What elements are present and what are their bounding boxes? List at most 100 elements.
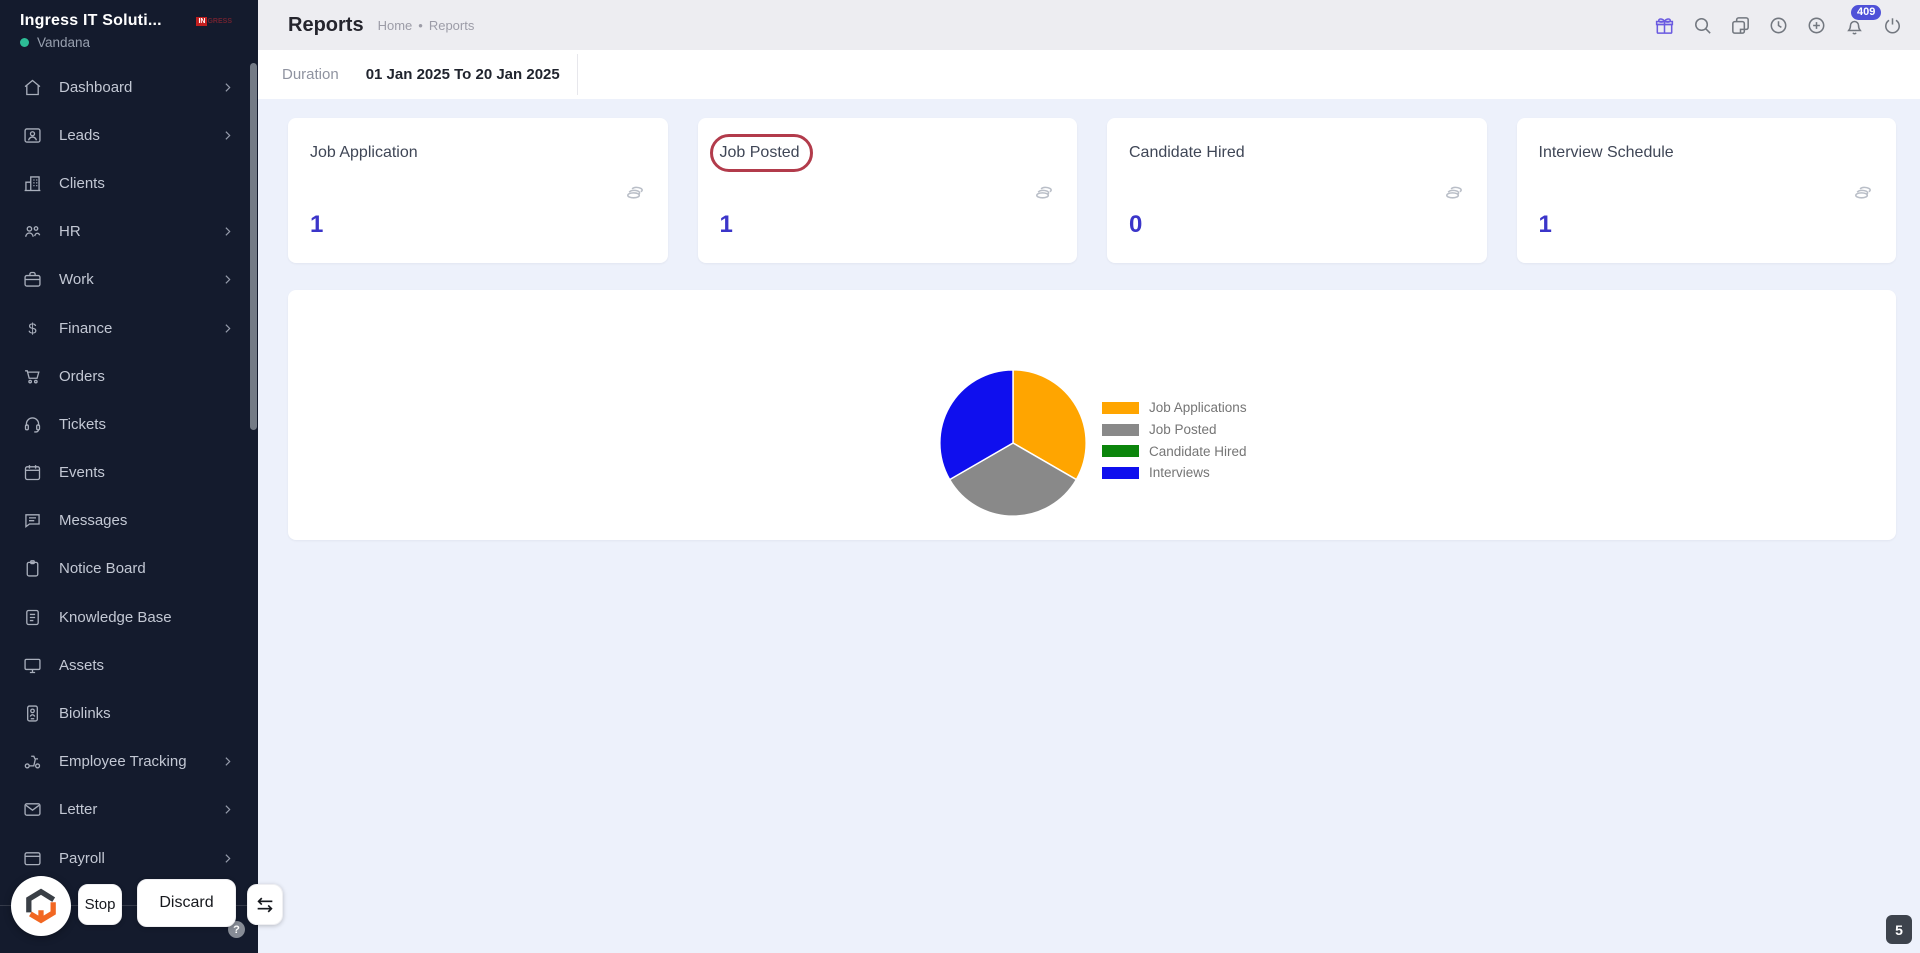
svg-text:$: $: [28, 321, 37, 337]
legend-item-job-posted: Job Posted: [1102, 419, 1247, 441]
breadcrumb-home[interactable]: Home: [378, 18, 413, 33]
clock-icon[interactable]: [1767, 14, 1790, 37]
monitor-icon: [22, 655, 43, 676]
sidebar-item-payroll[interactable]: Payroll: [0, 834, 258, 882]
sidebar-item-finance[interactable]: $ Finance: [0, 304, 258, 352]
content: Job Application 1 Job Posted 1 Candidate…: [258, 99, 1920, 540]
stat-card-interview-schedule: Interview Schedule 1: [1517, 118, 1897, 263]
online-status-dot: [20, 38, 29, 47]
legend-item-candidate-hired: Candidate Hired: [1102, 440, 1247, 462]
discard-button[interactable]: Discard: [137, 879, 236, 927]
chat-icon: [22, 510, 43, 531]
chevron-right-icon: [221, 803, 234, 816]
chevron-right-icon: [221, 225, 234, 238]
power-icon[interactable]: [1881, 14, 1904, 37]
gift-icon[interactable]: [1653, 14, 1676, 37]
users-icon: [22, 221, 43, 242]
swap-arrows-icon: [254, 894, 276, 916]
stat-value: 1: [720, 211, 733, 239]
stat-title: Candidate Hired: [1129, 144, 1245, 161]
search-icon[interactable]: [1691, 14, 1714, 37]
workspace-header: Ingress IT Soluti... Vandana IN GRESS: [0, 0, 258, 58]
lead-card-icon: [22, 125, 43, 146]
sidebar-item-orders[interactable]: Orders: [0, 352, 258, 400]
id-card-icon: [22, 703, 43, 724]
stat-cards-row: Job Application 1 Job Posted 1 Candidate…: [288, 118, 1896, 263]
notification-count-badge: 409: [1851, 5, 1881, 20]
stat-card-candidate-hired: Candidate Hired 0: [1107, 118, 1487, 263]
dollar-icon: $: [22, 318, 43, 339]
sidebar-item-biolinks[interactable]: Biolinks: [0, 689, 258, 737]
coins-icon: [623, 180, 646, 203]
hexagon-logo-icon: [23, 888, 59, 924]
sidebar-item-dashboard[interactable]: Dashboard: [0, 63, 258, 111]
ingress-logo: IN GRESS: [196, 17, 232, 26]
calendar-icon: [22, 462, 43, 483]
swap-arrows-button[interactable]: [247, 884, 283, 925]
legend-swatch: [1102, 467, 1139, 479]
sidebar-item-events[interactable]: Events: [0, 449, 258, 497]
topbar: Reports Home • Reports 409: [258, 0, 1920, 50]
legend-item-interviews: Interviews: [1102, 462, 1247, 484]
breadcrumb-current: Reports: [429, 18, 475, 33]
sidebar-item-hr[interactable]: HR: [0, 208, 258, 256]
scooter-icon: [22, 751, 43, 772]
sidebar-scrollbar[interactable]: [250, 63, 257, 430]
sidebar-item-notice-board[interactable]: Notice Board: [0, 545, 258, 593]
sidebar: Ingress IT Soluti... Vandana IN GRESS Da…: [0, 0, 258, 953]
chevron-right-icon: [221, 81, 234, 94]
notes-icon[interactable]: [1729, 14, 1752, 37]
envelope-icon: [22, 799, 43, 820]
chevron-right-icon: [221, 273, 234, 286]
sidebar-item-employee-tracking[interactable]: Employee Tracking: [0, 738, 258, 786]
stat-title: Job Application: [310, 144, 418, 161]
current-user-name: Vandana: [37, 35, 90, 50]
coins-icon: [1442, 180, 1465, 203]
stat-card-job-posted: Job Posted 1: [698, 118, 1078, 263]
duration-label: Duration: [282, 66, 339, 83]
briefcase-icon: [22, 269, 43, 290]
logo-text: GRESS: [207, 18, 232, 25]
coins-icon: [1032, 180, 1055, 203]
sidebar-item-tickets[interactable]: Tickets: [0, 400, 258, 448]
main-area: Reports Home • Reports 409 Duration 01 J…: [258, 0, 1920, 540]
legend-swatch: [1102, 424, 1139, 436]
breadcrumb: Home • Reports: [378, 18, 475, 33]
duration-value[interactable]: 01 Jan 2025 To 20 Jan 2025: [366, 66, 560, 83]
legend-item-job-applications: Job Applications: [1102, 397, 1247, 419]
sidebar-item-letter[interactable]: Letter: [0, 786, 258, 834]
filter-divider: [577, 54, 578, 95]
sidebar-item-clients[interactable]: Clients: [0, 159, 258, 207]
workspace-name: Ingress IT Soluti...: [20, 12, 190, 30]
sidebar-item-leads[interactable]: Leads: [0, 111, 258, 159]
stat-value: 1: [310, 211, 323, 239]
recruitment-pie-chart-card: Job Applications Job Posted Candidate Hi…: [288, 290, 1896, 540]
cart-icon: [22, 366, 43, 387]
stat-title: Interview Schedule: [1539, 144, 1674, 161]
plus-circle-icon[interactable]: [1805, 14, 1828, 37]
chevron-right-icon: [221, 322, 234, 335]
headset-icon: [22, 414, 43, 435]
stat-title: Job Posted: [720, 144, 800, 161]
stop-button[interactable]: Stop: [78, 884, 122, 925]
coins-icon: [1851, 180, 1874, 203]
sidebar-item-messages[interactable]: Messages: [0, 497, 258, 545]
chevron-right-icon: [221, 129, 234, 142]
sidebar-item-work[interactable]: Work: [0, 256, 258, 304]
breadcrumb-separator: •: [418, 18, 423, 33]
stat-value: 0: [1129, 211, 1142, 239]
wallet-icon: [22, 848, 43, 869]
chevron-right-icon: [221, 852, 234, 865]
sidebar-nav: Dashboard Leads Clients HR Work $: [0, 63, 258, 882]
stat-value: 1: [1539, 211, 1552, 239]
sidebar-item-assets[interactable]: Assets: [0, 641, 258, 689]
recorder-logo[interactable]: [11, 876, 71, 936]
chart-legend: Job Applications Job Posted Candidate Hi…: [1102, 397, 1247, 484]
page-title: Reports: [288, 14, 364, 37]
sidebar-item-knowledge-base[interactable]: Knowledge Base: [0, 593, 258, 641]
chevron-right-icon: [221, 755, 234, 768]
page-number-badge: 5: [1886, 915, 1912, 944]
stat-card-job-application: Job Application 1: [288, 118, 668, 263]
bell-icon[interactable]: 409: [1843, 14, 1866, 37]
home-icon: [22, 77, 43, 98]
